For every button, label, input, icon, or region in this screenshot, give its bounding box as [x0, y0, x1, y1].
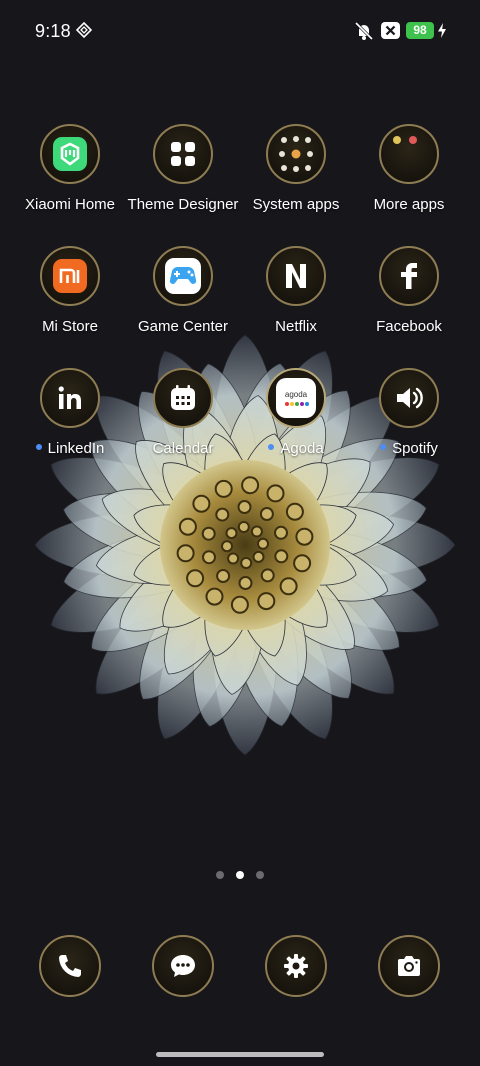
sim-icon — [76, 22, 92, 38]
netflix-icon — [266, 246, 326, 306]
settings-icon — [265, 935, 327, 997]
folder-icon — [266, 124, 326, 184]
phone-icon — [39, 935, 101, 997]
page-dot[interactable] — [216, 871, 224, 879]
notification-x-icon — [381, 22, 400, 39]
folder-system-apps[interactable]: System apps — [236, 124, 356, 213]
app-agoda[interactable]: agoda Agoda — [236, 368, 356, 457]
status-time: 9:18 — [35, 21, 71, 41]
app-linkedin[interactable]: LinkedIn — [10, 368, 130, 457]
app-label: Agoda — [236, 440, 356, 457]
new-install-dot — [380, 444, 387, 451]
xiaomi-home-icon — [40, 124, 100, 184]
page-dot-active[interactable] — [236, 871, 244, 879]
dock-messages[interactable] — [123, 935, 243, 997]
dock-camera[interactable] — [349, 935, 469, 997]
new-install-dot — [35, 444, 42, 451]
app-label: Spotify — [349, 440, 469, 457]
status-bar: 9:18 98 — [0, 0, 480, 62]
app-label: More apps — [373, 196, 445, 213]
linkedin-icon — [40, 368, 100, 428]
page-dot[interactable] — [256, 871, 264, 879]
app-spotify[interactable]: Spotify — [349, 368, 469, 457]
app-label-text: LinkedIn — [47, 440, 105, 457]
app-label: Calendar — [152, 440, 214, 457]
home-indicator[interactable] — [156, 1052, 324, 1057]
messages-icon — [152, 935, 214, 997]
page-indicator — [0, 866, 480, 884]
agoda-icon: agoda — [266, 368, 326, 428]
charging-icon — [438, 23, 446, 38]
app-xiaomi-home[interactable]: Xiaomi Home — [10, 124, 130, 213]
grid-icon — [153, 124, 213, 184]
camera-icon — [378, 935, 440, 997]
vibrate-mute-icon — [354, 21, 374, 41]
app-label: Xiaomi Home — [24, 196, 116, 213]
mi-logo-icon — [40, 246, 100, 306]
app-calendar[interactable]: Calendar — [123, 368, 243, 457]
app-label: Facebook — [376, 318, 442, 335]
new-install-dot — [268, 444, 275, 451]
agoda-logo-text: agoda — [285, 390, 308, 399]
app-netflix[interactable]: Netflix — [236, 246, 356, 335]
app-label: LinkedIn — [10, 440, 130, 457]
app-label: System apps — [252, 196, 340, 213]
app-label: Netflix — [275, 318, 317, 335]
app-mi-store[interactable]: Mi Store — [10, 246, 130, 335]
battery-level: 98 — [406, 22, 434, 39]
dock-phone[interactable] — [10, 935, 130, 997]
dock-settings[interactable] — [236, 935, 356, 997]
facebook-icon — [379, 246, 439, 306]
app-game-center[interactable]: Game Center — [123, 246, 243, 335]
app-label: Mi Store — [42, 318, 98, 335]
app-label: Game Center — [137, 318, 229, 335]
app-theme-designer[interactable]: Theme Designer — [123, 124, 243, 213]
app-label: Theme Designer — [127, 196, 239, 213]
speaker-icon — [379, 368, 439, 428]
folder-more-apps[interactable]: More apps — [349, 124, 469, 213]
app-facebook[interactable]: Facebook — [349, 246, 469, 335]
gamepad-icon — [153, 246, 213, 306]
app-label-text: Agoda — [280, 440, 324, 457]
calendar-icon — [153, 368, 213, 428]
folder-icon — [379, 124, 439, 184]
app-label-text: Spotify — [392, 440, 438, 457]
